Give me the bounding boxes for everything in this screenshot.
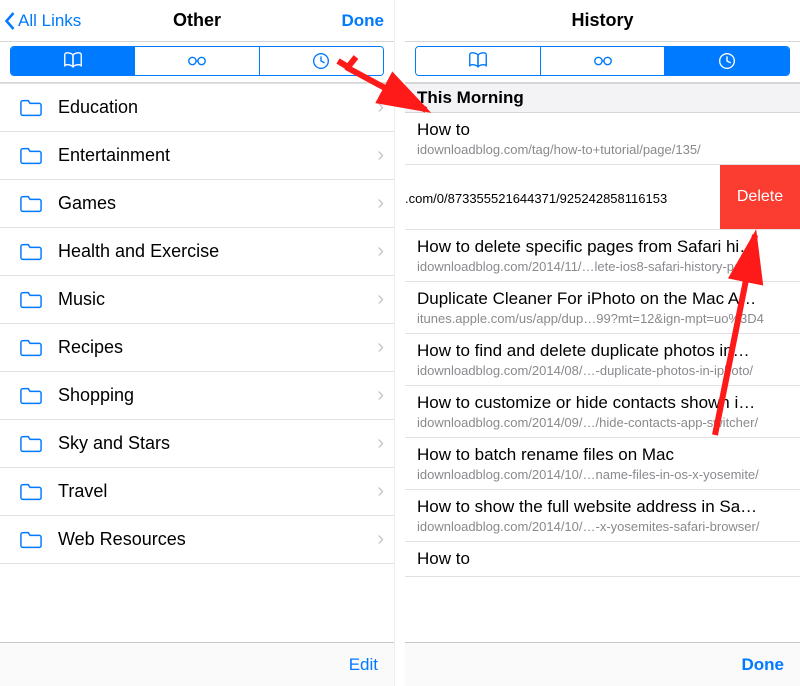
chevron-right-icon: › xyxy=(377,528,394,551)
folder-label: Education xyxy=(58,97,377,118)
history-row[interactable]: How to find and delete duplicate photos … xyxy=(405,334,800,386)
folder-row[interactable]: Entertainment› xyxy=(0,132,394,180)
history-url: idownloadblog.com/2014/10/…name-files-in… xyxy=(417,467,788,482)
folder-label: Travel xyxy=(58,481,377,502)
history-row[interactable]: How to idownloadblog.com/tag/how-to+tutor… xyxy=(405,113,800,165)
history-icon xyxy=(307,50,335,72)
chevron-right-icon: › xyxy=(377,144,394,167)
history-title: Duplicate Cleaner For iPhoto on the Mac … xyxy=(417,289,788,309)
folder-icon xyxy=(18,481,44,503)
history-url: idownloadblog.com/2014/10/…-x-yosemites-… xyxy=(417,519,788,534)
edit-button[interactable]: Edit xyxy=(349,655,378,675)
chevron-right-icon: › xyxy=(377,480,394,503)
reading-list-icon xyxy=(589,50,617,72)
history-title: How to batch rename files on Mac xyxy=(417,445,788,465)
tab-bookmarks[interactable] xyxy=(11,47,135,75)
folder-icon xyxy=(18,529,44,551)
history-title: How to xyxy=(417,120,788,140)
history-title: How to customize or hide contacts shown … xyxy=(417,393,788,413)
navbar: All Links Other Done xyxy=(0,0,394,42)
reading-list-icon xyxy=(183,50,211,72)
folder-icon xyxy=(18,433,44,455)
chevron-right-icon: › xyxy=(377,240,394,263)
history-icon xyxy=(713,50,741,72)
history-screen: History This Morning How to idownloadblog… xyxy=(405,0,800,686)
folder-label: Music xyxy=(58,289,377,310)
history-url: idownloadblog.com/2014/08/…-duplicate-ph… xyxy=(417,363,788,378)
folder-label: Recipes xyxy=(58,337,377,358)
segmented-control xyxy=(405,42,800,83)
chevron-right-icon: › xyxy=(377,96,394,119)
history-url: idownloadblog.com/tag/how-to+tutorial/pa… xyxy=(417,142,788,157)
folder-label: Games xyxy=(58,193,377,214)
folder-row[interactable]: Music› xyxy=(0,276,394,324)
page-title: Other xyxy=(173,10,221,31)
history-title: How to xyxy=(417,549,788,569)
folder-label: Sky and Stars xyxy=(58,433,377,454)
chevron-right-icon: › xyxy=(377,192,394,215)
history-row[interactable]: Duplicate Cleaner For iPhoto on the Mac … xyxy=(405,282,800,334)
folder-label: Shopping xyxy=(58,385,377,406)
folder-icon xyxy=(18,193,44,215)
back-label: All Links xyxy=(18,11,81,31)
tab-bookmarks[interactable] xyxy=(416,47,541,75)
history-list: This Morning How to idownloadblog.com/tag… xyxy=(405,83,800,642)
folder-icon xyxy=(18,97,44,119)
history-title: How to find and delete duplicate photos … xyxy=(417,341,788,361)
done-button[interactable]: Done xyxy=(742,655,785,675)
section-header: This Morning xyxy=(405,83,800,113)
folder-row[interactable]: Games› xyxy=(0,180,394,228)
chevron-right-icon: › xyxy=(377,384,394,407)
back-button[interactable]: All Links xyxy=(4,0,81,42)
folder-icon xyxy=(18,385,44,407)
history-row[interactable]: .com/0/873355521644371/925242858116153 De… xyxy=(405,165,800,230)
folder-label: Entertainment xyxy=(58,145,377,166)
folder-icon xyxy=(18,337,44,359)
tab-reading-list[interactable] xyxy=(541,47,666,75)
history-url: itunes.apple.com/us/app/dup…99?mt=12&ign… xyxy=(417,311,788,326)
delete-button[interactable]: Delete xyxy=(720,165,800,230)
bookmarks-icon xyxy=(464,50,492,72)
folder-label: Web Resources xyxy=(58,529,377,550)
folder-row[interactable]: Health and Exercise› xyxy=(0,228,394,276)
folder-icon xyxy=(18,241,44,263)
folder-row[interactable]: Travel› xyxy=(0,468,394,516)
page-title: History xyxy=(571,10,633,31)
folder-row[interactable]: Recipes› xyxy=(0,324,394,372)
folder-row[interactable]: Sky and Stars› xyxy=(0,420,394,468)
chevron-right-icon: › xyxy=(377,336,394,359)
tab-history[interactable] xyxy=(665,47,789,75)
folder-row[interactable]: Education› xyxy=(0,84,394,132)
history-title: How to delete specific pages from Safari… xyxy=(417,237,788,257)
chevron-right-icon: › xyxy=(377,288,394,311)
history-row[interactable]: How to batch rename files on Mac idownloa… xyxy=(405,438,800,490)
folder-list: Education›Entertainment›Games›Health and… xyxy=(0,83,394,642)
back-chevron-icon xyxy=(4,11,16,31)
tab-reading-list[interactable] xyxy=(135,47,259,75)
folder-row[interactable]: Shopping› xyxy=(0,372,394,420)
tab-history[interactable] xyxy=(260,47,383,75)
chevron-right-icon: › xyxy=(377,432,394,455)
history-title: How to show the full website address in … xyxy=(417,497,788,517)
toolbar: Edit xyxy=(0,642,394,686)
folder-icon xyxy=(18,289,44,311)
bookmarks-icon xyxy=(59,50,87,72)
history-url: .com/0/873355521644371/925242858116153 xyxy=(405,191,716,206)
done-button[interactable]: Done xyxy=(342,0,385,42)
navbar: History xyxy=(405,0,800,42)
history-url: idownloadblog.com/2014/09/…/hide-contact… xyxy=(417,415,788,430)
history-row[interactable]: How to customize or hide contacts shown … xyxy=(405,386,800,438)
history-row[interactable]: How to show the full website address in … xyxy=(405,490,800,542)
folder-label: Health and Exercise xyxy=(58,241,377,262)
folder-icon xyxy=(18,145,44,167)
history-row[interactable]: How to delete specific pages from Safari… xyxy=(405,230,800,282)
history-row[interactable]: How to xyxy=(405,542,800,577)
toolbar: Done xyxy=(405,642,800,686)
folder-row[interactable]: Web Resources› xyxy=(0,516,394,564)
history-url: idownloadblog.com/2014/11/…lete-ios8-saf… xyxy=(417,259,788,274)
segmented-control xyxy=(0,42,394,83)
bookmarks-screen: All Links Other Done Education›Entertain… xyxy=(0,0,395,686)
